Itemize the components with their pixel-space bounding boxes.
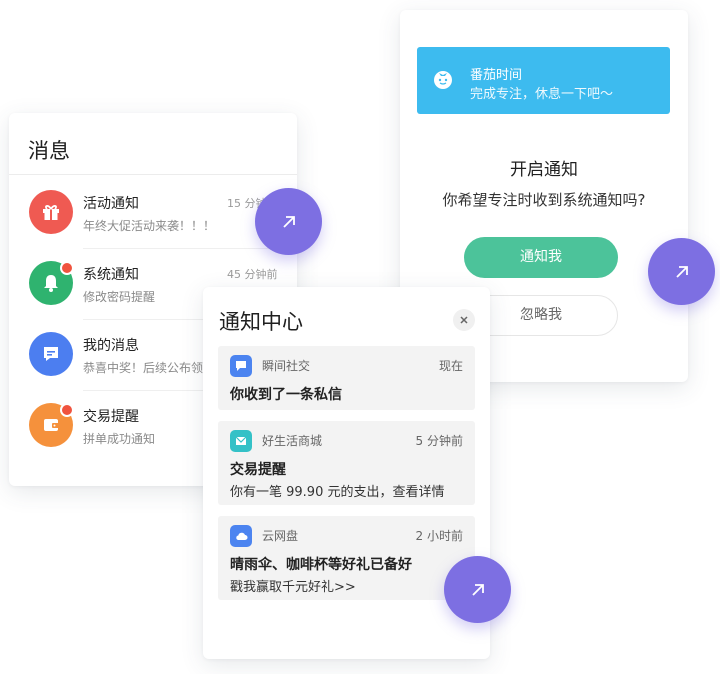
notification-title: 你收到了一条私信: [230, 387, 342, 403]
message-title: 活动通知: [83, 196, 139, 212]
open-arrow-button[interactable]: [444, 556, 511, 623]
notification-card[interactable]: 瞬间社交 现在 你收到了一条私信: [218, 346, 475, 410]
notification-time: 5 分钟前: [415, 434, 463, 448]
gift-icon: [29, 190, 73, 234]
notification-card[interactable]: 好生活商城 5 分钟前 交易提醒 你有一笔 99.90 元的支出，查看详情: [218, 421, 475, 505]
message-icon: [230, 355, 252, 377]
notify-me-button[interactable]: 通知我: [464, 237, 618, 278]
notification-time: 2 小时前: [415, 529, 463, 543]
mail-icon: [230, 430, 252, 452]
unread-badge: [60, 261, 74, 275]
message-title: 系统通知: [83, 267, 139, 283]
arrow-up-right-icon: [282, 215, 295, 228]
message-title: 我的消息: [83, 338, 139, 354]
chat-icon: [29, 332, 73, 376]
notification-card[interactable]: 云网盘 2 小时前 晴雨伞、咖啡杯等好礼已备好 戳我赢取千元好礼>>: [218, 516, 475, 600]
message-item-activity[interactable]: 活动通知 15 分钟前 年终大促活动来袭！！！: [9, 188, 297, 258]
notification-time: 现在: [438, 359, 463, 373]
tomato-icon: [431, 67, 455, 91]
divider: [83, 248, 297, 249]
close-icon: [460, 316, 468, 324]
notification-center-title: 通知中心: [219, 310, 303, 334]
unread-badge: [60, 403, 74, 417]
notification-title: 交易提醒: [230, 462, 286, 478]
messages-title: 消息: [28, 139, 70, 163]
arrow-up-right-icon: [471, 583, 484, 596]
notification-body: 你有一笔 99.90 元的支出，查看详情: [230, 485, 445, 500]
open-arrow-button[interactable]: [648, 238, 715, 305]
notification-body: 戳我赢取千元好礼>>: [230, 580, 356, 595]
arrow-up-right-icon: [675, 265, 688, 278]
notification-banner[interactable]: 番茄时间 完成专注，休息一下吧～: [417, 47, 670, 114]
message-time: 45 分钟前: [227, 268, 278, 281]
notification-app-name: 好生活商城: [262, 434, 323, 448]
notification-app-name: 瞬间社交: [262, 359, 311, 373]
close-button[interactable]: [453, 309, 475, 331]
notification-title: 晴雨伞、咖啡杯等好礼已备好: [230, 557, 412, 573]
banner-subtitle: 完成专注，休息一下吧～: [470, 87, 614, 102]
divider: [9, 174, 297, 175]
enable-title: 开启通知: [510, 160, 578, 180]
cloud-icon: [230, 525, 252, 547]
banner-title: 番茄时间: [470, 68, 523, 83]
open-arrow-button[interactable]: [255, 188, 322, 255]
message-title: 交易提醒: [83, 409, 139, 425]
enable-description: 你希望专注时收到系统通知吗?: [442, 191, 646, 209]
notification-app-name: 云网盘: [262, 529, 299, 543]
bell-icon: [29, 261, 74, 305]
wallet-icon: [29, 403, 74, 447]
